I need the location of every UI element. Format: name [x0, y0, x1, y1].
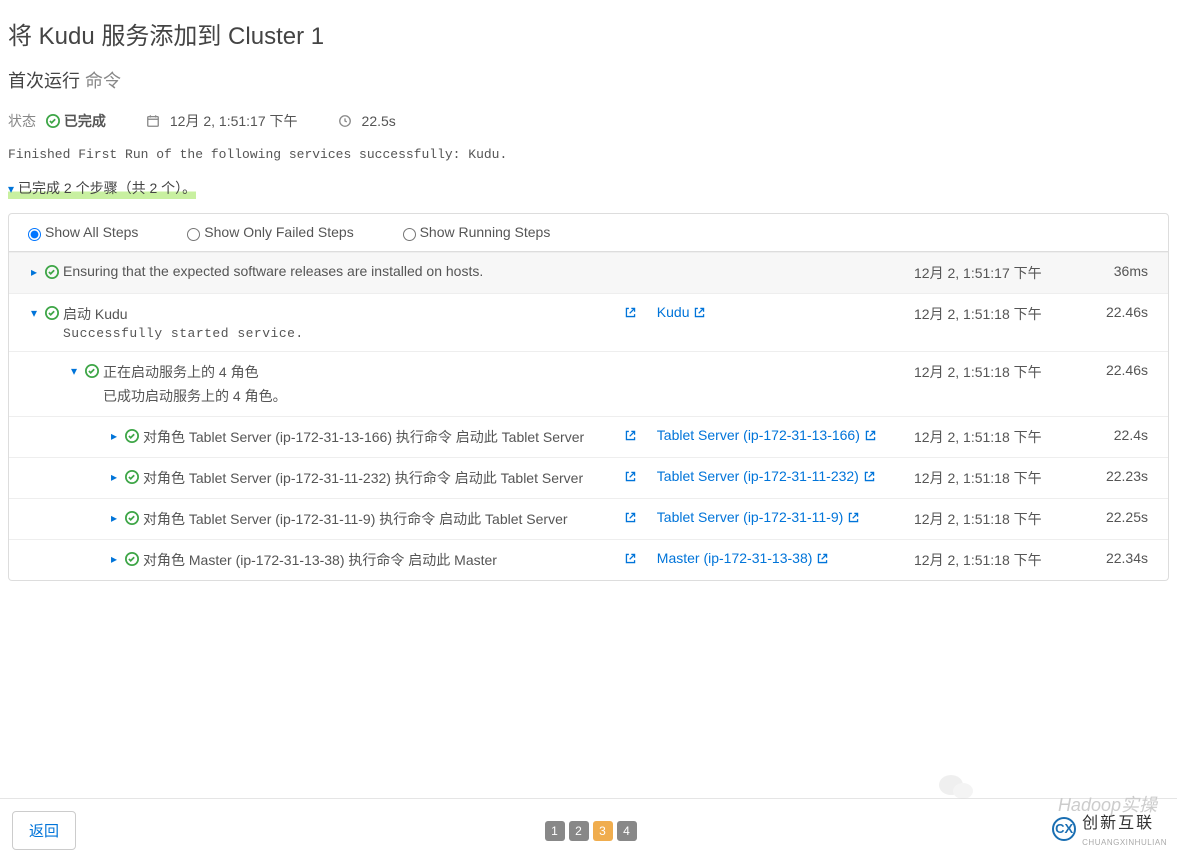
chevron-down-icon[interactable]: ▾ [31, 306, 45, 320]
step-dur: 22.23s [1074, 468, 1154, 484]
step-desc: Ensuring that the expected software rele… [63, 263, 624, 279]
step-time: 12月 2, 1:51:17 下午 [914, 263, 1074, 283]
finish-message: Finished First Run of the following serv… [8, 147, 1169, 162]
step-link[interactable]: Kudu [657, 304, 707, 320]
step-dur: 22.4s [1074, 427, 1154, 443]
check-icon [46, 114, 60, 128]
step-desc: 对角色 Master (ip-172-31-13-38) 执行命令 启动此 Ma… [143, 550, 624, 570]
subtitle-main: 首次运行 [8, 71, 80, 91]
filter-all[interactable]: Show All Steps [23, 224, 138, 240]
filter-all-radio[interactable] [28, 228, 41, 241]
chevron-down-icon[interactable]: ▾ [71, 364, 85, 378]
check-icon [45, 305, 63, 321]
external-link-icon[interactable] [624, 550, 637, 566]
step-time: 12月 2, 1:51:18 下午 [914, 468, 1074, 488]
page-1[interactable]: 1 [545, 821, 565, 841]
status-duration: 22.5s [362, 113, 396, 129]
step-row: ▾ 启动 Kudu Successfully started service. Ku… [9, 293, 1168, 351]
step-row: ▸ 对角色 Tablet Server (ip-172-31-11-232) 执行… [9, 457, 1168, 498]
step-table: ▸ Ensuring that the expected software rel… [8, 252, 1169, 581]
step-desc: 启动 Kudu [63, 304, 624, 324]
step-desc: 对角色 Tablet Server (ip-172-31-13-166) 执行命… [143, 427, 624, 447]
status-label: 状态 [8, 111, 36, 131]
step-dur: 22.34s [1074, 550, 1154, 566]
wechat-icon [937, 767, 977, 807]
step-time: 12月 2, 1:51:18 下午 [914, 304, 1074, 324]
step-desc: 对角色 Tablet Server (ip-172-31-11-232) 执行命… [143, 468, 624, 488]
subtitle-grey: 命令 [85, 71, 121, 91]
check-icon [125, 469, 143, 485]
step-row: ▸ 对角色 Tablet Server (ip-172-31-11-9) 执行命令… [9, 498, 1168, 539]
clock-icon [338, 113, 352, 129]
chevron-right-icon[interactable]: ▸ [111, 470, 125, 484]
status-value: 已完成 [46, 111, 106, 131]
step-time: 12月 2, 1:51:18 下午 [914, 362, 1074, 382]
page-2[interactable]: 2 [569, 821, 589, 841]
step-desc: 正在启动服务上的 4 角色 [103, 362, 624, 382]
chevron-right-icon[interactable]: ▸ [31, 265, 45, 279]
external-link-icon[interactable] [624, 427, 637, 443]
page-4[interactable]: 4 [617, 821, 637, 841]
check-icon [45, 264, 63, 280]
filter-running-radio[interactable] [403, 228, 416, 241]
step-time: 12月 2, 1:51:18 下午 [914, 509, 1074, 529]
filter-failed[interactable]: Show Only Failed Steps [182, 224, 353, 240]
status-line: 状态 已完成 12月 2, 1:51:17 下午 22.5s [8, 111, 1169, 131]
chevron-right-icon[interactable]: ▸ [111, 429, 125, 443]
external-link-icon[interactable] [624, 468, 637, 484]
calendar-icon [146, 113, 160, 129]
check-icon [125, 510, 143, 526]
check-icon [125, 551, 143, 567]
step-row: ▾ 正在启动服务上的 4 角色已成功启动服务上的 4 角色。 12月 2, 1:51… [9, 351, 1168, 416]
filter-failed-radio[interactable] [187, 228, 200, 241]
step-link[interactable]: Tablet Server (ip-172-31-13-166) [657, 427, 877, 443]
page-3[interactable]: 3 [593, 821, 613, 841]
step-dur: 22.25s [1074, 509, 1154, 525]
step-link[interactable]: Master (ip-172-31-13-38) [657, 550, 830, 566]
chevron-down-icon: ▾ [8, 182, 14, 196]
pager: 1234 [545, 821, 637, 841]
page-title: 将 Kudu 服务添加到 Cluster 1 [8, 16, 1169, 51]
footer-bar: 返回 1234 [0, 798, 1177, 862]
external-link-icon[interactable] [624, 509, 637, 525]
step-time: 12月 2, 1:51:18 下午 [914, 550, 1074, 570]
step-row: ▸ Ensuring that the expected software rel… [9, 252, 1168, 293]
step-dur: 36ms [1074, 263, 1154, 279]
step-row: ▸ 对角色 Master (ip-172-31-13-38) 执行命令 启动此 M… [9, 539, 1168, 580]
page-subtitle: 首次运行 命令 [8, 67, 1169, 93]
step-dur: 22.46s [1074, 304, 1154, 320]
step-time: 12月 2, 1:51:18 下午 [914, 427, 1074, 447]
back-button[interactable]: 返回 [12, 811, 76, 850]
chevron-right-icon[interactable]: ▸ [111, 511, 125, 525]
step-row: ▸ 对角色 Tablet Server (ip-172-31-13-166) 执行… [9, 416, 1168, 457]
step-desc: 对角色 Tablet Server (ip-172-31-11-9) 执行命令 … [143, 509, 624, 529]
external-link-icon[interactable] [624, 304, 637, 320]
check-icon [85, 363, 103, 379]
step-link[interactable]: Tablet Server (ip-172-31-11-9) [657, 509, 860, 525]
filter-bar: Show All Steps Show Only Failed Steps Sh… [8, 213, 1169, 252]
step-dur: 22.46s [1074, 362, 1154, 378]
step-sub: 已成功启动服务上的 4 角色。 [103, 386, 624, 406]
steps-summary-toggle[interactable]: ▾已完成 2 个步骤（共 2 个）。 [8, 178, 196, 199]
step-mono: Successfully started service. [63, 326, 304, 341]
check-icon [125, 428, 143, 444]
status-timestamp: 12月 2, 1:51:17 下午 [170, 111, 298, 131]
chevron-right-icon[interactable]: ▸ [111, 552, 125, 566]
step-link[interactable]: Tablet Server (ip-172-31-11-232) [657, 468, 876, 484]
filter-running[interactable]: Show Running Steps [398, 224, 551, 240]
